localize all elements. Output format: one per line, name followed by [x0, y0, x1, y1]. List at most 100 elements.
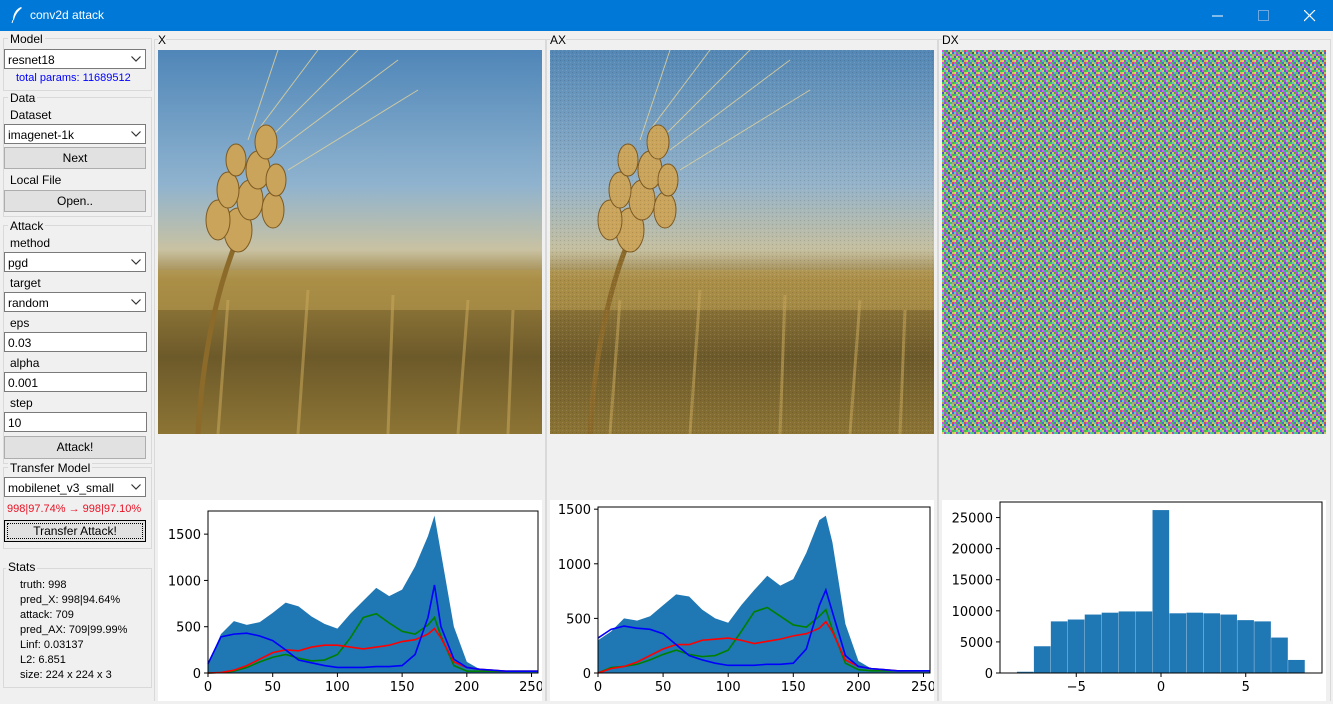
stats-line: Linf: 0.03137 [20, 639, 84, 651]
attack-button[interactable]: Attack! [4, 436, 146, 459]
histogram-bar [1051, 621, 1068, 673]
histogram-area [598, 516, 930, 673]
histogram-bar [1237, 620, 1254, 673]
histogram-bar [1186, 613, 1203, 673]
eps-input[interactable]: 0.03 [4, 332, 147, 352]
x-tick-label: 250 [911, 680, 934, 695]
transfer-model-value: mobilenet_v3_small [8, 481, 114, 495]
y-tick-label: 1500 [168, 528, 201, 543]
transfer-result-text: 998|97.74% → 998|97.10% [7, 503, 141, 515]
y-tick-label: 25000 [952, 512, 993, 527]
step-label: step [10, 396, 33, 410]
column-x: X 0 50 100 150 200 250 0 500 1000 1500 [154, 31, 546, 701]
chevron-down-icon [131, 259, 141, 265]
histogram-area [208, 516, 538, 673]
x-tick-label: 250 [519, 680, 542, 695]
alpha-input[interactable]: 0.001 [4, 372, 147, 392]
y-tick-label: 0 [583, 667, 591, 682]
stats-line: L2: 6.851 [20, 654, 66, 666]
histogram-x-chart: 0 50 100 150 200 250 0 500 1000 1500 [158, 500, 542, 701]
histogram-bar [1068, 620, 1085, 673]
histogram-dx-chart: −5 0 5 0 5000 10000 15000 20000 25000 [942, 500, 1326, 701]
stats-line: size: 224 x 224 x 3 [20, 669, 112, 681]
histogram-bar [1119, 611, 1136, 673]
eps-value: 0.03 [8, 336, 31, 350]
step-value: 10 [8, 416, 21, 430]
alpha-value: 0.001 [8, 376, 38, 390]
target-select-value: random [8, 296, 49, 310]
wheat-image-perturbed [550, 50, 934, 434]
histogram-dx: −5 0 5 0 5000 10000 15000 20000 25000 [942, 500, 1326, 701]
histogram-bar [1203, 613, 1220, 673]
window-title: conv2d attack [30, 8, 104, 22]
x-tick-label: 150 [390, 680, 415, 695]
open-button[interactable]: Open.. [4, 190, 146, 212]
histogram-bar [1102, 613, 1119, 673]
transfer-model-select[interactable]: mobilenet_v3_small [4, 477, 146, 497]
y-tick-label: 500 [176, 621, 201, 636]
histogram-bar [1169, 613, 1186, 673]
x-tick-label: 0 [204, 680, 212, 695]
y-tick-label: 1500 [558, 503, 591, 518]
maximize-button[interactable] [1241, 0, 1287, 31]
transfer-attack-button[interactable]: Transfer Attack! [4, 520, 146, 542]
local-file-label: Local File [10, 173, 61, 187]
histogram-ax: 0 50 100 150 200 250 0 500 1000 1500 [550, 500, 934, 701]
chevron-down-icon [131, 299, 141, 305]
column-dx: DX −5 0 5 0 5000 10000 15000 20000 25000 [938, 31, 1331, 701]
x-tick-label: 0 [594, 680, 602, 695]
column-x-label: X [158, 33, 166, 47]
close-icon [1304, 10, 1316, 22]
y-tick-label: 20000 [952, 543, 993, 558]
model-select-value: resnet18 [8, 53, 55, 67]
histogram-bar [1085, 615, 1102, 673]
chevron-down-icon [131, 56, 141, 62]
data-group-label: Data [8, 91, 37, 105]
minimize-icon [1212, 10, 1224, 22]
minimize-button[interactable] [1195, 0, 1241, 31]
control-panel: Model resnet18 total params: 11689512 Da… [0, 31, 153, 701]
dataset-select[interactable]: imagenet-1k [4, 124, 146, 144]
x-tick-label: 100 [716, 680, 741, 695]
x-tick-label: 200 [846, 680, 871, 695]
y-tick-label: 10000 [952, 605, 993, 620]
column-dx-label: DX [942, 33, 959, 47]
histogram-ax-chart: 0 50 100 150 200 250 0 500 1000 1500 [550, 500, 934, 701]
total-params-text: total params: 11689512 [16, 72, 131, 84]
target-select[interactable]: random [4, 292, 146, 312]
noise-image [942, 50, 1326, 434]
chevron-down-icon [131, 484, 141, 490]
histogram-bar [1153, 510, 1170, 673]
next-button[interactable]: Next [4, 147, 146, 169]
method-select-value: pgd [8, 256, 28, 270]
y-tick-label: 1000 [558, 558, 591, 573]
step-input[interactable]: 10 [4, 412, 147, 432]
stats-line: pred_X: 998|94.64% [20, 594, 120, 606]
dataset-select-value: imagenet-1k [8, 128, 74, 142]
column-ax-label: AX [550, 33, 566, 47]
histogram-x: 0 50 100 150 200 250 0 500 1000 1500 [158, 500, 542, 701]
y-tick-label: 0 [985, 667, 993, 682]
close-button[interactable] [1287, 0, 1333, 31]
eps-label: eps [10, 316, 29, 330]
histogram-bar [1034, 646, 1051, 673]
attack-group-label: Attack [8, 219, 45, 233]
method-select[interactable]: pgd [4, 252, 146, 272]
x-tick-label: −5 [1067, 680, 1086, 695]
x-tick-label: 50 [655, 680, 672, 695]
y-tick-label: 5000 [960, 636, 993, 651]
model-select[interactable]: resnet18 [4, 49, 146, 69]
histogram-bar [1271, 638, 1288, 673]
stats-line: pred_AX: 709|99.99% [20, 624, 127, 636]
x-tick-label: 5 [1242, 680, 1250, 695]
y-tick-label: 500 [566, 612, 591, 627]
y-tick-label: 0 [193, 667, 201, 682]
alpha-label: alpha [10, 356, 39, 370]
method-label: method [10, 236, 50, 250]
x-tick-label: 150 [781, 680, 806, 695]
feather-icon [10, 6, 24, 24]
maximize-icon [1258, 10, 1270, 22]
stats-group-label: Stats [6, 560, 37, 574]
histogram-bar [1254, 621, 1271, 673]
x-tick-label: 0 [1157, 680, 1165, 695]
